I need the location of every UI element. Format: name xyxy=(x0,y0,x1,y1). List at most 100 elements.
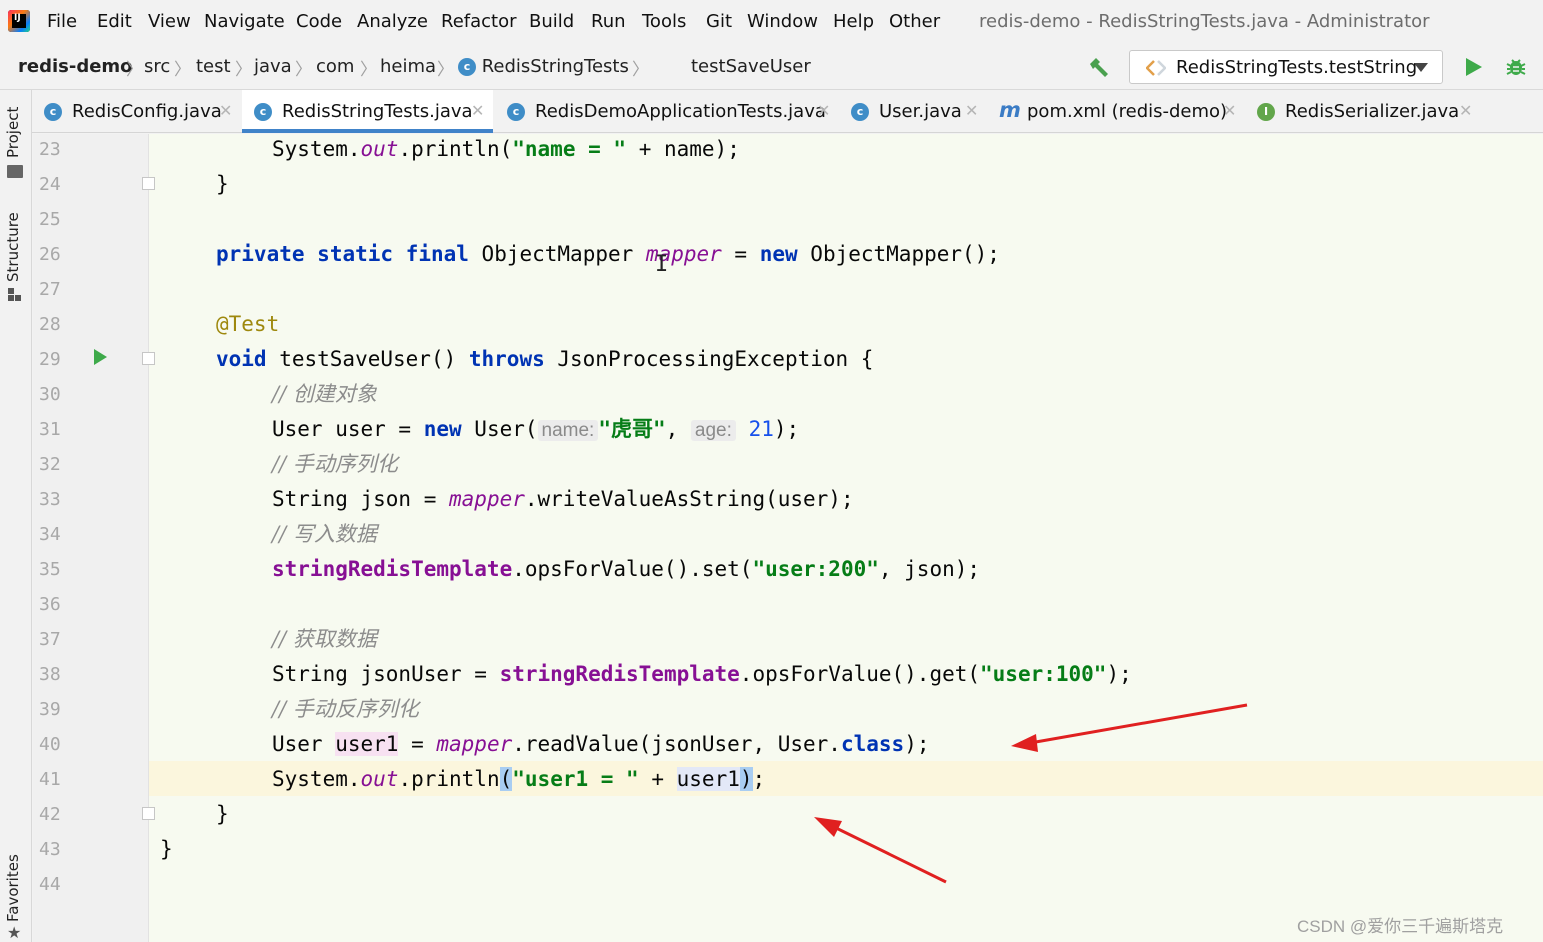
string-literal: "虎哥" xyxy=(598,417,666,441)
brace-match-highlight: ( xyxy=(499,767,513,791)
code-line-26: private static final ObjectMapper mapper… xyxy=(216,239,1000,274)
close-icon[interactable]: ✕ xyxy=(1459,101,1472,120)
code-token: .writeValueAsString(user); xyxy=(524,487,854,511)
line-number: 31 xyxy=(39,419,61,440)
breadcrumb-method[interactable]: testSaveUser xyxy=(691,56,811,77)
breadcrumb-src[interactable]: src xyxy=(144,56,170,77)
code-line-42: } xyxy=(216,799,229,834)
menu-navigate[interactable]: Navigate xyxy=(204,11,285,32)
debug-icon[interactable] xyxy=(1505,56,1527,78)
code-token: , xyxy=(665,417,691,441)
code-token: User xyxy=(272,732,336,756)
fold-marker-icon[interactable] xyxy=(142,177,155,190)
chevron-down-icon xyxy=(1414,63,1428,72)
code-token: String json = xyxy=(272,487,450,511)
code-token: + xyxy=(638,767,677,791)
menu-file[interactable]: File xyxy=(47,11,77,32)
code-token: } xyxy=(216,802,229,826)
close-icon[interactable]: ✕ xyxy=(1223,101,1236,120)
keyword: static xyxy=(317,242,394,266)
hammer-icon[interactable] xyxy=(1087,56,1111,80)
code-line-43: } xyxy=(160,834,173,869)
code-line-28: @Test xyxy=(216,309,279,344)
close-icon[interactable]: ✕ xyxy=(219,101,232,120)
line-number: 24 xyxy=(39,174,61,195)
menu-other[interactable]: Other xyxy=(889,11,940,32)
menu-help[interactable]: Help xyxy=(833,11,874,32)
code-line-35: stringRedisTemplate.opsForValue().set("u… xyxy=(272,554,980,589)
line-number: 34 xyxy=(39,524,61,545)
run-test-gutter-icon[interactable] xyxy=(94,349,107,365)
menu-git[interactable]: Git xyxy=(706,11,732,32)
code-token: ObjectMapper(); xyxy=(797,242,1000,266)
tab-user[interactable]: c User.java ✕ xyxy=(839,90,985,133)
menu-analyze[interactable]: Analyze xyxy=(357,11,428,32)
comment: // 获取数据 xyxy=(272,627,377,651)
menu-run[interactable]: Run xyxy=(591,11,626,32)
tab-redisstringtests[interactable]: c RedisStringTests.java ✕ xyxy=(242,90,493,133)
tab-redisconfig[interactable]: c RedisConfig.java ✕ xyxy=(32,90,240,133)
menu-window[interactable]: Window xyxy=(747,11,818,32)
menu-refactor[interactable]: Refactor xyxy=(441,11,517,32)
menu-build[interactable]: Build xyxy=(529,11,574,32)
string-literal: "name = " xyxy=(512,137,627,161)
code-line-34: // 写入数据 xyxy=(272,519,377,554)
breadcrumb-class[interactable]: c RedisStringTests xyxy=(458,56,629,77)
code-token: JsonProcessingException { xyxy=(544,347,874,371)
code-editor[interactable]: 23 24 25 26 27 28 29 30 31 32 33 34 35 3… xyxy=(33,134,1543,942)
run-icon[interactable] xyxy=(1465,57,1483,77)
menu-code[interactable]: Code xyxy=(296,11,342,32)
breadcrumb-heima[interactable]: heima xyxy=(380,56,436,77)
keyword: new xyxy=(759,242,798,266)
tab-redisserializer[interactable]: I RedisSerializer.java ✕ xyxy=(1245,90,1481,133)
line-number: 37 xyxy=(39,629,61,650)
breadcrumb-java[interactable]: java xyxy=(254,56,292,77)
line-number: 42 xyxy=(39,804,61,825)
close-icon[interactable]: ✕ xyxy=(471,101,484,120)
line-number: 43 xyxy=(39,839,61,860)
code-token: .readValue(jsonUser, User. xyxy=(512,732,841,756)
comment: // 手动反序列化 xyxy=(272,697,419,721)
fold-marker-icon[interactable] xyxy=(142,352,155,365)
breadcrumb-chevron-icon: 〉 xyxy=(174,60,191,80)
line-number: 38 xyxy=(39,664,61,685)
editor-gutter: 23 24 25 26 27 28 29 30 31 32 33 34 35 3… xyxy=(33,134,155,942)
structure-icon xyxy=(8,288,22,302)
menu-view[interactable]: View xyxy=(148,11,191,32)
run-configuration-selector[interactable]: RedisStringTests.testString xyxy=(1129,50,1443,84)
favorites-tool-window-button[interactable]: Favorites xyxy=(4,854,22,922)
comment: // 手动序列化 xyxy=(272,452,398,476)
line-number: 39 xyxy=(39,699,61,720)
tab-label: RedisSerializer.java xyxy=(1285,101,1460,122)
tab-pom[interactable]: m pom.xml (redis-demo) ✕ xyxy=(987,90,1241,133)
fold-marker-icon[interactable] xyxy=(142,807,155,820)
comment: // 写入数据 xyxy=(272,522,377,546)
tab-redisdemoapplicationtests[interactable]: c RedisDemoApplicationTests.java ✕ xyxy=(495,90,837,133)
code-token: testSaveUser() xyxy=(266,347,469,371)
menu-edit[interactable]: Edit xyxy=(97,11,132,32)
close-icon[interactable]: ✕ xyxy=(817,101,830,120)
code-token: .opsForValue().get( xyxy=(739,662,981,686)
structure-tool-window-button[interactable]: Structure xyxy=(4,212,22,282)
field-name: stringRedisTemplate xyxy=(499,662,740,686)
tab-label: RedisConfig.java xyxy=(72,101,222,122)
code-token: ); xyxy=(773,417,800,441)
class-icon: c xyxy=(254,103,272,121)
code-token: ; xyxy=(752,767,766,791)
line-number: 29 xyxy=(39,349,61,370)
breadcrumb-com[interactable]: com xyxy=(316,56,354,77)
breadcrumb-project[interactable]: redis-demo xyxy=(18,56,133,77)
code-line-33: String json = mapper.writeValueAsString(… xyxy=(272,484,854,519)
breadcrumb-chevron-icon: 〉 xyxy=(632,60,649,80)
code-token: User user = xyxy=(272,417,424,441)
breadcrumb-test[interactable]: test xyxy=(196,56,231,77)
code-token: + name); xyxy=(626,137,740,161)
breadcrumb-class-label: RedisStringTests xyxy=(481,56,629,77)
menu-tools[interactable]: Tools xyxy=(642,11,686,32)
code-token: System. xyxy=(272,767,361,791)
code-line-37: // 获取数据 xyxy=(272,624,377,659)
code-token: .opsForValue().set( xyxy=(512,557,753,581)
parameter-hint: name: xyxy=(537,420,599,441)
close-icon[interactable]: ✕ xyxy=(965,101,978,120)
project-tool-window-button[interactable]: Project xyxy=(4,107,22,158)
